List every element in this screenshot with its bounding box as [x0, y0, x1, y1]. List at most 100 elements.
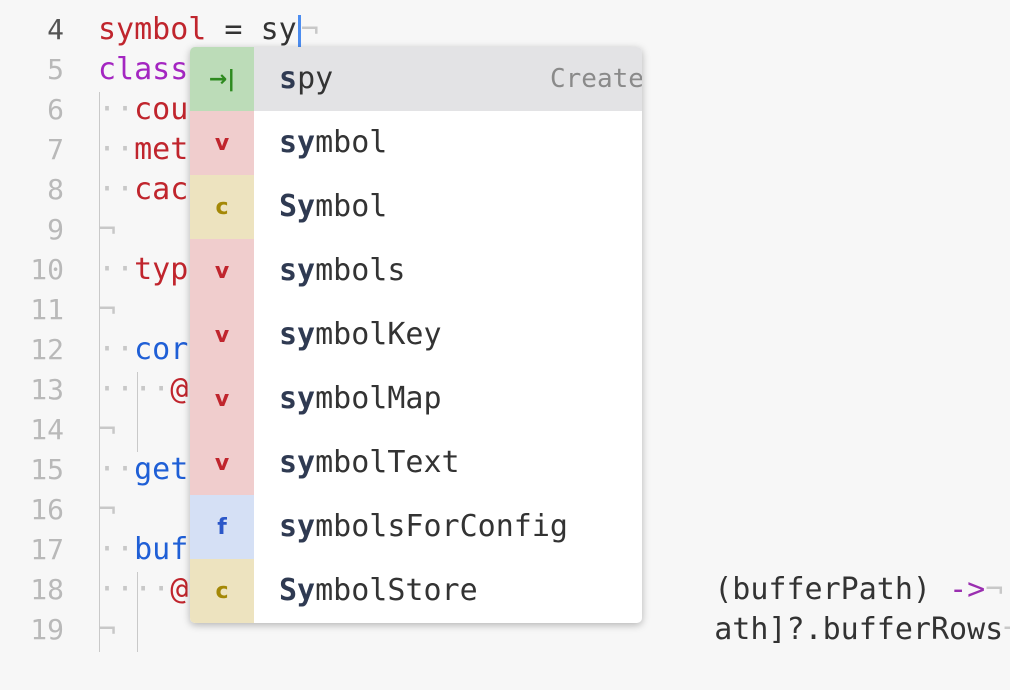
- variable-icon: v: [190, 431, 254, 495]
- whitespace-marker: ··: [98, 332, 135, 367]
- code-token: @: [170, 372, 189, 407]
- suggestion-match: Sy: [279, 573, 316, 608]
- code-text: ··met: [98, 130, 188, 170]
- code-token: sy: [260, 12, 297, 47]
- code-text: ····@: [98, 570, 188, 610]
- suggestion-rest: mbolKey: [315, 317, 442, 352]
- code-text: ··cac: [98, 170, 188, 210]
- end-of-line-marker: ¬: [98, 212, 117, 247]
- suggestion-match: sy: [279, 317, 316, 352]
- end-of-line-marker: ¬: [300, 12, 319, 47]
- variable-icon: v: [190, 239, 254, 303]
- suggestion-item[interactable]: f symbolsForConfig: [190, 495, 642, 559]
- end-of-line-marker: ¬: [98, 492, 117, 527]
- whitespace-marker: ··: [98, 252, 135, 287]
- line-number: 18: [30, 573, 64, 606]
- line-number: 6: [47, 93, 64, 126]
- suggestion-match: s: [279, 61, 298, 96]
- suggestion-match: Sy: [279, 189, 316, 224]
- line-number: 8: [47, 173, 64, 206]
- whitespace-marker: ··: [98, 172, 135, 207]
- line-number: 16: [30, 493, 64, 526]
- end-of-line-marker: ¬: [98, 292, 117, 327]
- suggestion-rest: mbolStore: [315, 573, 478, 608]
- suggestion-match: sy: [279, 445, 316, 480]
- line-number: 15: [30, 453, 64, 486]
- line-number: 19: [30, 613, 64, 646]
- suggestion-match: sy: [279, 381, 316, 416]
- suggestion-item[interactable]: v symbolKey: [190, 303, 642, 367]
- suggestion-label: symbolKey: [279, 303, 442, 367]
- suggestion-rest: mbolsForConfig: [315, 509, 568, 544]
- suggestion-rest: mbolText: [315, 445, 460, 480]
- code-text: ¬: [98, 610, 116, 650]
- code-text: ····@: [98, 370, 188, 410]
- class-icon: c: [190, 175, 254, 239]
- suggestion-rest: mbol: [315, 189, 388, 224]
- suggestion-rest: mbols: [315, 253, 406, 288]
- suggestion-rest: mbol: [315, 125, 388, 160]
- variable-icon: v: [190, 111, 254, 175]
- suggestion-label: symbolsForConfig: [279, 495, 568, 559]
- line-number: 14: [30, 413, 64, 446]
- code-token: cor: [134, 332, 189, 367]
- code-line[interactable]: 4 symbol = sy ¬: [0, 10, 1010, 50]
- whitespace-marker: ····: [98, 572, 171, 607]
- suggestion-label: Symbol: [279, 175, 387, 239]
- line-number: 10: [30, 253, 64, 286]
- whitespace-marker: ··: [98, 532, 135, 567]
- code-token: cou: [134, 92, 189, 127]
- suggestion-label: symbolText: [279, 431, 460, 495]
- line-number: 13: [30, 373, 64, 406]
- code-fragment-line-18: ath]?.bufferRows¬: [714, 612, 1010, 647]
- suggestion-label: symbolMap: [279, 367, 442, 431]
- code-text: ··cor: [98, 330, 188, 370]
- code-token: =: [206, 12, 261, 47]
- suggestion-item[interactable]: v symbolText: [190, 431, 642, 495]
- autocomplete-popup[interactable]: →|spyCreate Jasmine …vsymbolcSymbolvsymb…: [190, 47, 642, 623]
- variable-icon: v: [190, 303, 254, 367]
- function-icon: f: [190, 495, 254, 559]
- suggestion-match: sy: [279, 253, 316, 288]
- code-text: ¬: [98, 290, 116, 330]
- whitespace-marker: ····: [98, 372, 171, 407]
- code-token: symbol: [98, 12, 207, 47]
- suggestion-item[interactable]: v symbols: [190, 239, 642, 303]
- line-number: 5: [47, 53, 64, 86]
- line-number: 11: [30, 293, 64, 326]
- suggestion-rest: mbolMap: [315, 381, 442, 416]
- line-number: 7: [47, 133, 64, 166]
- variable-icon: v: [190, 367, 254, 431]
- whitespace-marker: ··: [98, 132, 135, 167]
- code-token: buf: [134, 532, 189, 567]
- class-icon: c: [190, 559, 254, 623]
- code-text: ··typ: [98, 250, 188, 290]
- suggestion-item[interactable]: →| spy Create Jasmine …: [190, 47, 642, 111]
- code-text: ··cou: [98, 90, 188, 130]
- code-text: class: [98, 50, 188, 90]
- suggestion-label: symbols: [279, 239, 405, 303]
- code-token: cac: [134, 172, 189, 207]
- suggestion-item[interactable]: c SymbolStore: [190, 559, 642, 623]
- end-of-line-marker: ¬: [98, 412, 117, 447]
- suggestion-match: sy: [279, 125, 316, 160]
- suggestion-item[interactable]: v symbol: [190, 111, 642, 175]
- code-text: ¬: [98, 490, 116, 530]
- whitespace-marker: ··: [98, 452, 135, 487]
- code-text: ··buf: [98, 530, 188, 570]
- line-number: 9: [47, 213, 64, 246]
- code-token: class: [98, 52, 189, 87]
- code-token: get: [134, 452, 189, 487]
- snippet-icon: →|: [190, 47, 254, 111]
- suggestion-description: Create Jasmine …: [550, 64, 642, 94]
- suggestion-item[interactable]: c Symbol: [190, 175, 642, 239]
- code-text: symbol = sy ¬: [98, 10, 319, 50]
- code-token: @: [170, 572, 189, 607]
- whitespace-marker: ··: [98, 92, 135, 127]
- suggestion-item[interactable]: v symbolMap: [190, 367, 642, 431]
- code-text: ¬: [98, 410, 116, 450]
- suggestion-label: spy: [279, 47, 333, 111]
- suggestion-label: SymbolStore: [279, 559, 478, 623]
- code-text: ··get: [98, 450, 188, 490]
- suggestion-label: symbol: [279, 111, 387, 175]
